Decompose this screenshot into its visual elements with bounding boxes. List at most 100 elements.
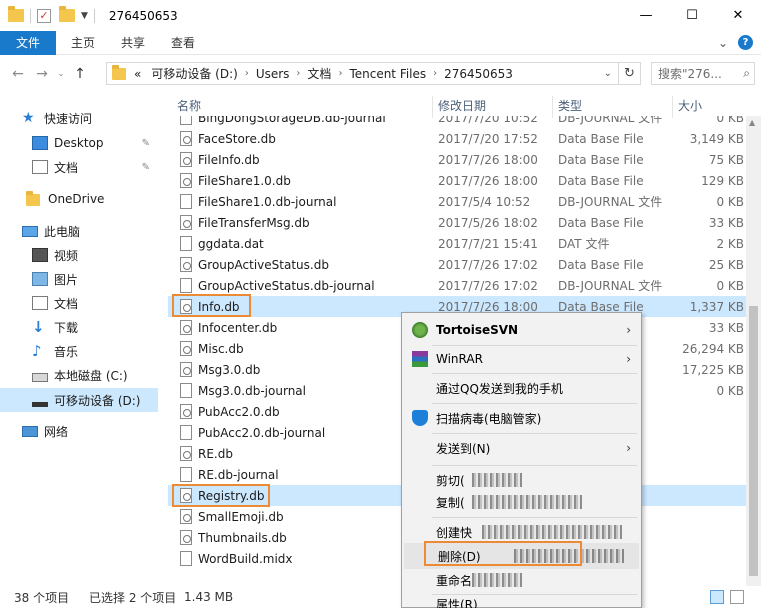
search-placeholder: 搜索"276... (658, 67, 722, 81)
column-header-name[interactable]: 名称 (177, 94, 201, 116)
help-icon[interactable]: ? (738, 35, 753, 50)
file-row[interactable]: FaceStore.db 2017/7/20 17:52 Data Base Fil… (168, 128, 746, 149)
file-name: FileShare1.0.db-journal (198, 194, 337, 209)
maximize-button[interactable]: ☐ (669, 0, 715, 31)
file-icon (180, 194, 192, 209)
usb-drive-icon (32, 401, 48, 407)
nav-label: 文档 (54, 296, 79, 311)
database-file-icon (180, 173, 192, 188)
chevron-right-icon: › (626, 323, 631, 337)
file-row[interactable]: FileTransferMsg.db 2017/5/26 18:02 Data Ba… (168, 212, 746, 233)
pin-icon[interactable]: ✎ (142, 162, 150, 173)
column-header-date[interactable]: 修改日期 (438, 94, 486, 116)
file-row[interactable]: BingDongStorageDB.db-journal 2017/7/20 10… (168, 116, 746, 128)
nav-desktop[interactable]: Desktop ✎ (0, 131, 158, 155)
menu-item-send-to-phone[interactable]: 通过QQ发送到我的手机 (402, 375, 641, 401)
file-type: DB-JOURNAL 文件 (558, 116, 663, 125)
file-name: Thumbnails.db (198, 530, 287, 545)
search-input[interactable]: 搜索"276... ⌕ (651, 62, 755, 85)
nav-videos[interactable]: 视频 (0, 243, 158, 267)
documents-icon (32, 160, 48, 174)
new-folder-icon[interactable] (59, 6, 75, 22)
menu-item-send-to[interactable]: 发送到(N) › (402, 435, 641, 461)
nav-downloads[interactable]: ↓ 下载 (0, 315, 158, 339)
file-size: 0 KB (716, 278, 744, 293)
nav-local-disk-c[interactable]: 本地磁盘 (C:) (0, 363, 158, 387)
column-divider[interactable] (552, 96, 553, 118)
details-view-icon[interactable] (710, 590, 724, 604)
up-arrow-icon[interactable]: ↑ (68, 66, 92, 82)
breadcrumb-drive[interactable]: 可移动设备 (D:) (148, 65, 244, 82)
item-count: 38 个项目 (14, 590, 70, 605)
address-dropdown-icon[interactable]: ⌄ (604, 68, 612, 79)
back-arrow-icon[interactable]: ← (6, 66, 30, 82)
nav-onedrive[interactable]: OneDrive (0, 187, 158, 211)
navigation-bar: ← → ⌄ ↑ « 可移动设备 (D:) › Users › 文档 › Tenc… (0, 58, 761, 90)
column-header-size[interactable]: 大小 (678, 94, 702, 116)
large-icons-view-icon[interactable] (730, 590, 744, 604)
file-icon (180, 467, 192, 482)
quick-access-dropdown-icon[interactable]: ▼ (81, 11, 88, 21)
breadcrumb-tencent-files[interactable]: Tencent Files (342, 67, 433, 81)
menu-item-scan-virus[interactable]: 扫描病毒(电脑管家) (402, 405, 641, 431)
breadcrumb-documents[interactable]: 文档 (300, 65, 338, 82)
nav-label: 可移动设备 (D:) (54, 393, 141, 408)
shield-icon (412, 410, 428, 426)
forward-arrow-icon[interactable]: → (30, 66, 54, 82)
menu-item-tortoisesvn[interactable]: TortoiseSVN › (402, 317, 641, 343)
search-icon[interactable]: ⌕ (743, 66, 750, 81)
file-row[interactable]: GroupActiveStatus.db-journal 2017/7/26 17… (168, 275, 746, 296)
recent-dropdown-icon[interactable]: ⌄ (54, 69, 68, 79)
folder-icon (26, 191, 42, 206)
nav-quick-access[interactable]: ★ 快速访问 (0, 106, 158, 130)
tab-home[interactable]: 主页 (58, 31, 108, 55)
file-date: 2017/7/20 10:52 (438, 116, 538, 125)
breadcrumb-current[interactable]: 276450653 (437, 67, 520, 81)
properties-checkmark-icon[interactable]: ✓ (37, 8, 51, 23)
file-date: 2017/7/26 17:02 (438, 278, 538, 293)
tab-view[interactable]: 查看 (158, 31, 208, 55)
file-row[interactable]: FileShare1.0.db 2017/7/26 18:00 Data Base … (168, 170, 746, 191)
refresh-icon[interactable]: ↻ (618, 63, 640, 84)
nav-documents-pinned[interactable]: 文档 ✎ (0, 155, 158, 179)
column-header-type[interactable]: 类型 (558, 94, 582, 116)
breadcrumb-users[interactable]: Users (249, 67, 297, 81)
nav-this-pc[interactable]: 此电脑 (0, 219, 158, 243)
nav-removable-d[interactable]: 可移动设备 (D:) (0, 388, 158, 412)
file-type: Data Base File (558, 152, 644, 167)
vertical-scrollbar[interactable]: ▲ (746, 116, 761, 586)
breadcrumb-overflow[interactable]: « (126, 67, 148, 81)
scrollbar-thumb[interactable] (749, 306, 758, 576)
close-button[interactable]: ✕ (715, 0, 761, 31)
menu-divider (432, 465, 637, 466)
nav-documents[interactable]: 文档 (0, 291, 158, 315)
nav-label: 下载 (54, 320, 79, 335)
file-type: DAT 文件 (558, 237, 610, 251)
file-row[interactable]: FileShare1.0.db-journal 2017/5/4 10:52 DB-… (168, 191, 746, 212)
minimize-button[interactable]: — (623, 0, 669, 31)
file-row[interactable]: FileInfo.db 2017/7/26 18:00 Data Base File… (168, 149, 746, 170)
nav-music[interactable]: ♪ 音乐 (0, 339, 158, 363)
chevron-down-icon[interactable]: ⌄ (718, 36, 728, 50)
file-row[interactable]: GroupActiveStatus.db 2017/7/26 17:02 Data … (168, 254, 746, 275)
menu-item-copy[interactable]: 复制( (402, 489, 641, 515)
tab-share[interactable]: 共享 (108, 31, 158, 55)
menu-label: 复制( (436, 495, 465, 510)
title-bar: ✓ ▼ 276450653 — ☐ ✕ (0, 0, 761, 31)
window-title: 276450653 (108, 8, 178, 23)
column-divider[interactable] (432, 96, 433, 118)
highlight-box-delete (424, 541, 582, 566)
tab-file[interactable]: 文件 (0, 30, 56, 55)
nav-network[interactable]: 网络 (0, 419, 158, 443)
nav-pictures[interactable]: 图片 (0, 267, 158, 291)
menu-item-winrar[interactable]: WinRAR › (402, 346, 641, 372)
scroll-up-icon[interactable]: ▲ (749, 118, 755, 127)
address-bar[interactable]: « 可移动设备 (D:) › Users › 文档 › Tencent File… (106, 62, 641, 85)
file-type: Data Base File (558, 173, 644, 188)
database-file-icon (180, 530, 192, 545)
file-row[interactable]: ggdata.dat 2017/7/21 15:41 DAT 文件 2 KB (168, 233, 746, 254)
nav-label: 图片 (54, 272, 79, 287)
column-divider[interactable] (672, 96, 673, 118)
pin-icon[interactable]: ✎ (142, 138, 150, 149)
file-type: Data Base File (558, 131, 644, 146)
